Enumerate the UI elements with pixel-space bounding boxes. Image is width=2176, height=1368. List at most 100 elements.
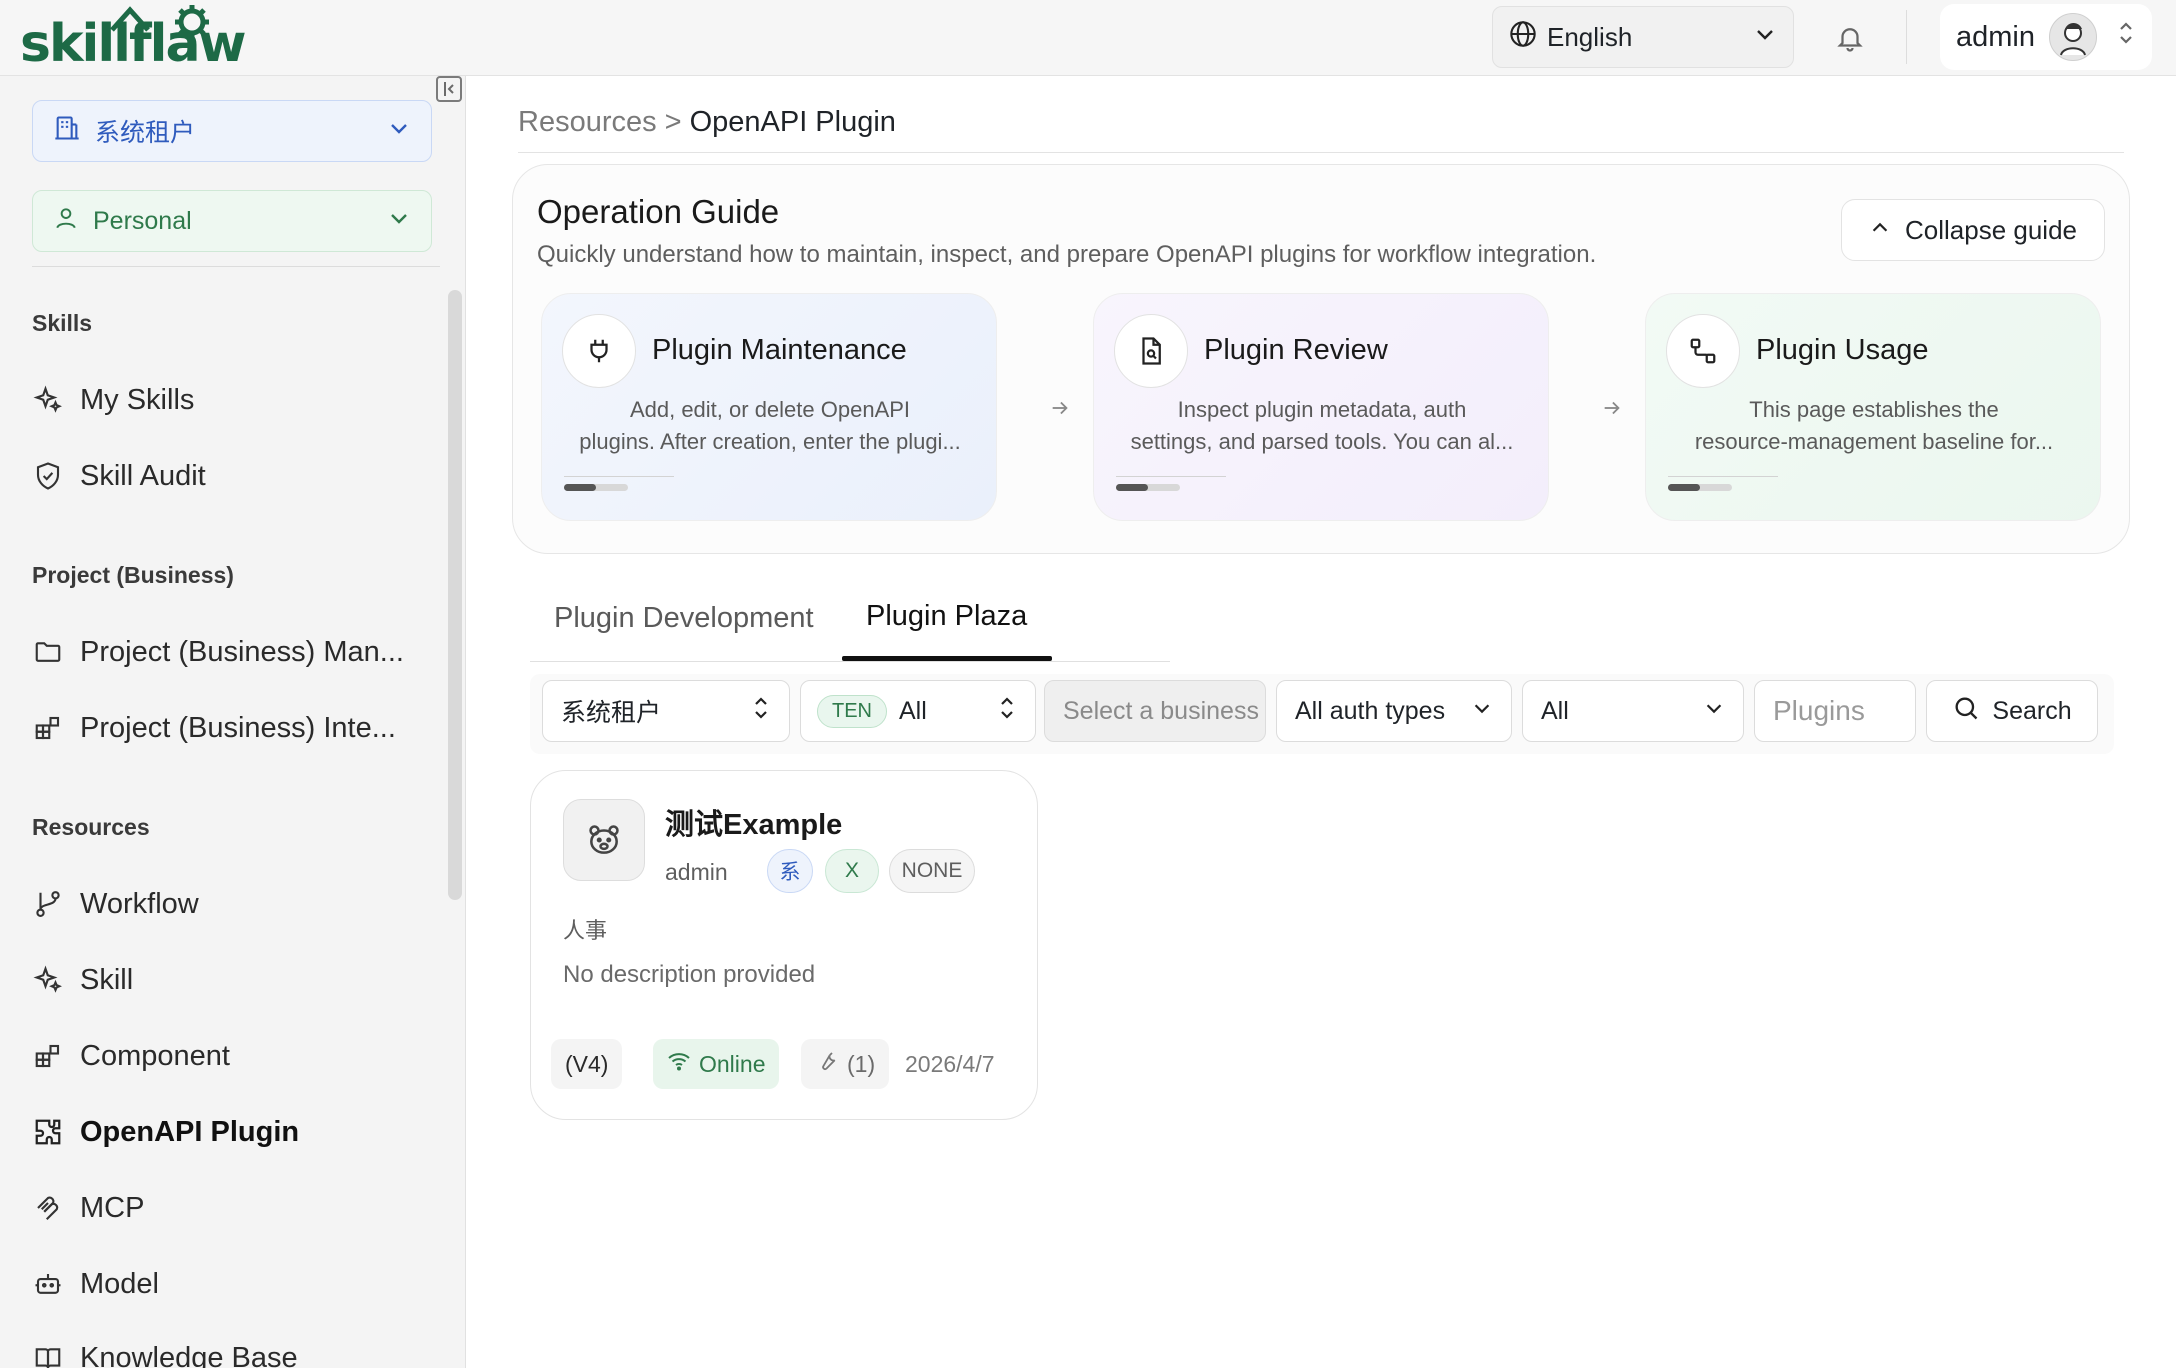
search-button[interactable]: Search bbox=[1926, 680, 2098, 742]
space-select[interactable]: Personal bbox=[32, 190, 432, 252]
sidebar-item-openapi-plugin[interactable]: OpenAPI Plugin bbox=[32, 1104, 432, 1160]
search-button-label: Search bbox=[1992, 696, 2072, 725]
plugin-tabs: Plugin Development Plugin Plaza bbox=[530, 590, 1170, 662]
wifi-icon bbox=[667, 1049, 691, 1079]
auth-type-value: All auth types bbox=[1295, 696, 1446, 725]
sidebar-item-my-skills[interactable]: My Skills bbox=[32, 372, 432, 428]
top-bar: skillflaw English admin bbox=[0, 0, 2176, 76]
plugin-card[interactable]: 测试Example admin 系 X NONE 人事 No descripti… bbox=[530, 770, 1038, 1120]
sidebar-item-label: OpenAPI Plugin bbox=[80, 1115, 300, 1148]
search-icon bbox=[1952, 694, 1980, 729]
guide-card-progress bbox=[1116, 484, 1148, 491]
operation-guide: Operation Guide Quickly understand how t… bbox=[512, 164, 2130, 554]
tab-plugin-plaza[interactable]: Plugin Plaza bbox=[866, 600, 1027, 633]
guide-subtitle: Quickly understand how to maintain, insp… bbox=[537, 241, 1597, 268]
sidebar-item-project-management[interactable]: Project (Business) Man... bbox=[32, 624, 432, 680]
status-select[interactable]: All bbox=[1522, 680, 1744, 742]
logo-text: skillflaw bbox=[20, 14, 247, 74]
guide-card-desc-line1: This page establishes the bbox=[1749, 397, 1999, 422]
auth-type-select[interactable]: All auth types bbox=[1276, 680, 1512, 742]
arrow-right-icon bbox=[1045, 393, 1075, 423]
sidebar-item-label: Skill bbox=[80, 963, 134, 996]
guide-title: Operation Guide bbox=[537, 193, 780, 230]
tenant-badge: 系 bbox=[767, 849, 813, 893]
sidebar-collapse-icon[interactable] bbox=[436, 76, 462, 102]
logo[interactable]: skillflaw bbox=[20, 4, 276, 70]
plugin-search-input[interactable]: Plugins bbox=[1754, 680, 1916, 742]
business-select[interactable]: Select a business bbox=[1044, 680, 1266, 742]
sidebar-divider bbox=[32, 266, 440, 267]
sidebar-item-component[interactable]: Component bbox=[32, 1028, 432, 1084]
guide-card-usage[interactable]: Plugin Usage This page establishes the r… bbox=[1645, 293, 2101, 521]
guide-card-title: Plugin Review bbox=[1204, 334, 1388, 366]
sidebar-scrollbar[interactable] bbox=[448, 290, 462, 900]
sidebar-item-knowledge-base[interactable]: Knowledge Base bbox=[32, 1330, 432, 1368]
robot-icon bbox=[32, 1268, 64, 1300]
sidebar-item-workflow[interactable]: Workflow bbox=[32, 876, 432, 932]
language-select[interactable]: English bbox=[1492, 6, 1794, 68]
tenant-filter-value: 系统租户 bbox=[561, 699, 662, 727]
language-label: English bbox=[1547, 21, 1633, 52]
guide-card-description: Inspect plugin metadata, auth settings, … bbox=[1112, 394, 1532, 458]
chevron-up-icon bbox=[1869, 215, 1891, 246]
sidebar-item-mcp[interactable]: MCP bbox=[32, 1180, 432, 1236]
guide-card-divider bbox=[1116, 476, 1226, 477]
filter-bar: 系统租户 TEN All Select a business All auth … bbox=[530, 674, 2114, 754]
chevron-down-icon bbox=[1471, 697, 1493, 726]
header-divider bbox=[1906, 10, 1907, 64]
collapse-guide-button[interactable]: Collapse guide bbox=[1841, 199, 2105, 261]
building-icon bbox=[53, 114, 81, 149]
avatar bbox=[2049, 13, 2097, 61]
guide-card-desc-line1: Add, edit, or delete OpenAPI bbox=[629, 397, 911, 422]
business-select-placeholder: Select a business bbox=[1063, 696, 1259, 725]
tools-count: (1) bbox=[847, 1050, 876, 1077]
version-badge: (V4) bbox=[551, 1039, 623, 1089]
breadcrumb-separator: > bbox=[664, 106, 682, 138]
active-tab-indicator bbox=[842, 656, 1052, 661]
scope-filter-value: All bbox=[899, 696, 927, 725]
folder-icon bbox=[32, 636, 64, 668]
tenant-select[interactable]: 系统租户 bbox=[32, 100, 432, 162]
blocks-icon bbox=[32, 1040, 64, 1072]
chevron-down-icon bbox=[387, 206, 411, 237]
version-label: (V4) bbox=[565, 1050, 609, 1077]
sidebar-item-skill[interactable]: Skill bbox=[32, 952, 432, 1008]
guide-card-review[interactable]: Plugin Review Inspect plugin metadata, a… bbox=[1093, 293, 1549, 521]
tab-plugin-development[interactable]: Plugin Development bbox=[554, 602, 814, 635]
space-select-label: Personal bbox=[93, 206, 192, 235]
sidebar-item-skill-audit[interactable]: Skill Audit bbox=[32, 448, 432, 504]
plugin-owner: admin bbox=[665, 859, 728, 885]
sidebar-item-project-integration[interactable]: Project (Business) Inte... bbox=[32, 700, 432, 756]
guide-card-maintenance[interactable]: Plugin Maintenance Add, edit, or delete … bbox=[541, 293, 997, 521]
user-icon bbox=[53, 205, 79, 238]
guide-card-divider bbox=[564, 476, 674, 477]
breadcrumb-parent[interactable]: Resources bbox=[518, 106, 657, 139]
mcp-icon bbox=[32, 1192, 64, 1224]
chevron-down-icon bbox=[1753, 22, 1777, 53]
notification-bell-icon[interactable] bbox=[1830, 18, 1870, 58]
chevron-down-icon bbox=[387, 116, 411, 147]
user-menu[interactable]: admin bbox=[1940, 4, 2152, 70]
guide-card-description: This page establishes the resource-manag… bbox=[1664, 394, 2084, 458]
blocks-icon bbox=[32, 712, 64, 744]
tools-count-badge: (1) bbox=[801, 1039, 890, 1089]
status-value: All bbox=[1541, 696, 1569, 725]
updown-chevron-icon bbox=[997, 694, 1017, 729]
guide-card-divider bbox=[1668, 476, 1778, 477]
status-badge: Online bbox=[653, 1039, 780, 1089]
plugin-description: No description provided bbox=[563, 961, 816, 988]
sidebar-item-label: Workflow bbox=[80, 887, 199, 920]
chevron-down-icon bbox=[1703, 697, 1725, 726]
scope-filter-select[interactable]: TEN All bbox=[800, 680, 1036, 742]
sidebar-item-model[interactable]: Model bbox=[32, 1256, 432, 1312]
sidebar-item-label: Knowledge Base bbox=[80, 1341, 298, 1368]
book-icon bbox=[32, 1342, 64, 1368]
breadcrumb: Resources > OpenAPI Plugin bbox=[518, 106, 896, 139]
sidebar-item-label: MCP bbox=[80, 1191, 145, 1224]
bear-icon bbox=[563, 799, 645, 881]
updown-chevron-icon bbox=[2116, 19, 2136, 55]
tenant-filter-select[interactable]: 系统租户 bbox=[542, 680, 790, 742]
sidebar-item-label: Component bbox=[80, 1039, 230, 1072]
wrench-icon bbox=[815, 1049, 839, 1079]
flow-icon bbox=[1666, 314, 1740, 388]
